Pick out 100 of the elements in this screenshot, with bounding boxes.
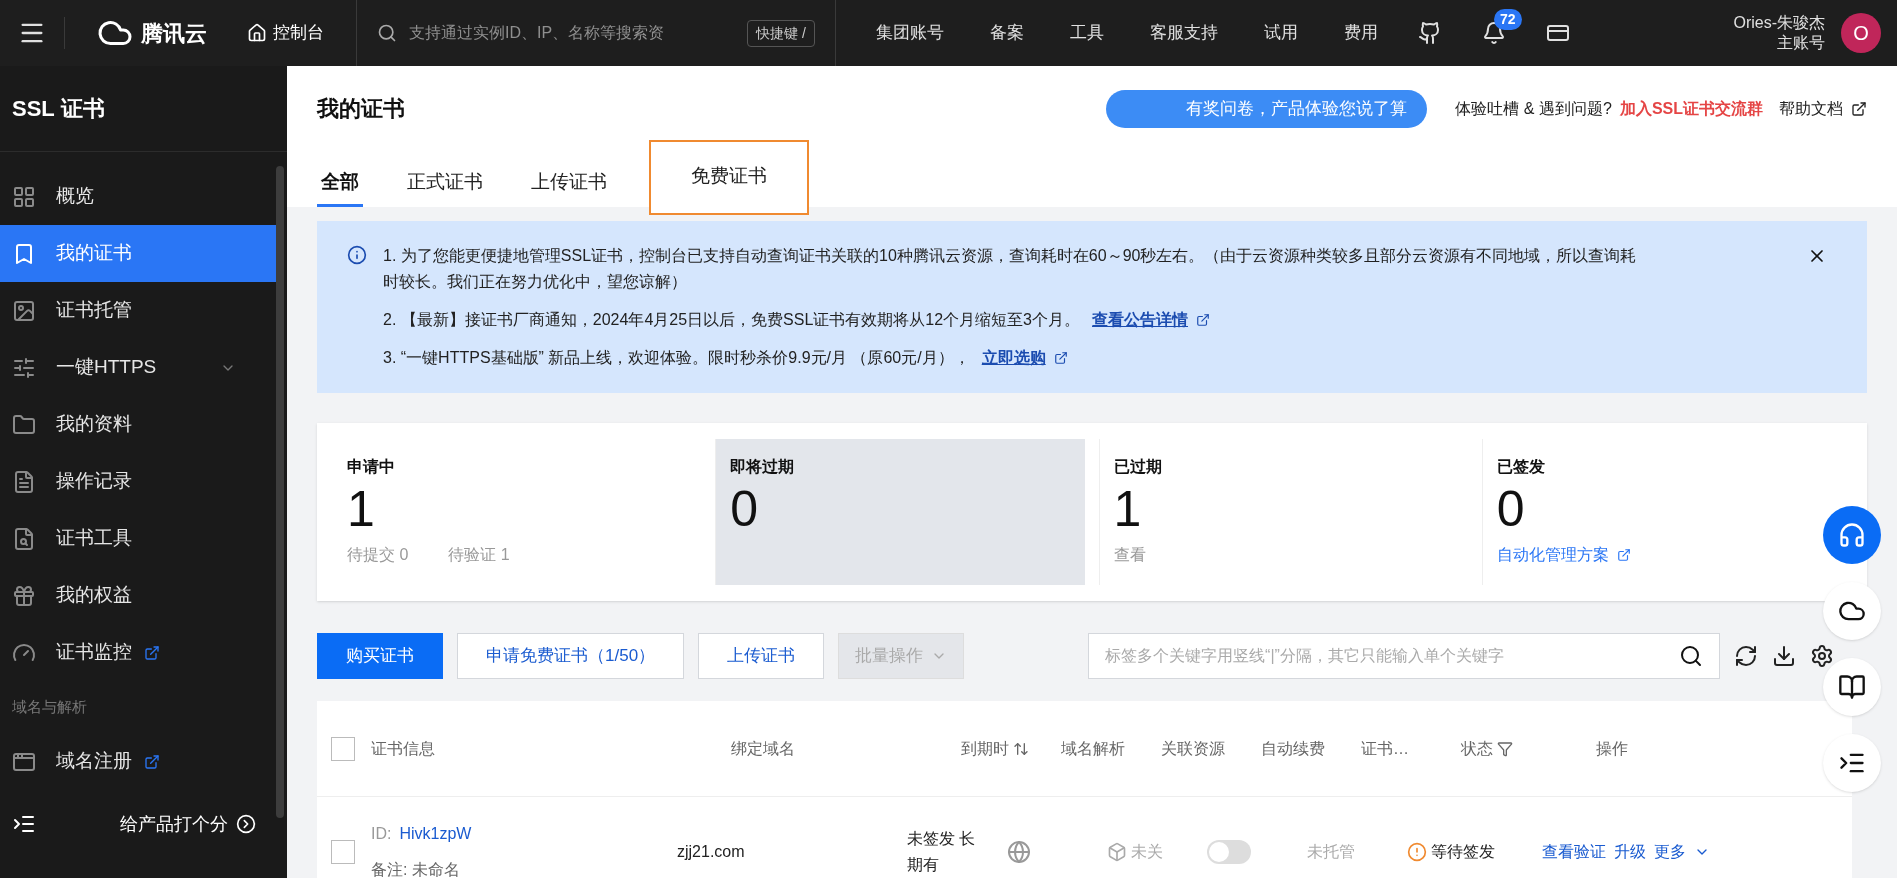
top-nav-link[interactable]: 客服支持 bbox=[1150, 20, 1218, 46]
notice-text: 3. “一键HTTPS基础版” 新品上线，欢迎体验。限时秒杀价9.9元/月 （原60元/月）， 立即选购 bbox=[383, 345, 1647, 371]
external-link-icon bbox=[144, 644, 160, 661]
home-icon bbox=[247, 23, 267, 43]
tab[interactable]: 免费证书 bbox=[651, 141, 807, 213]
stat-detail: 待验证 1 bbox=[448, 545, 510, 565]
column-header: 证书信息 bbox=[371, 738, 435, 759]
notice-text: 2. 【最新】接证书厂商通知，2024年4月25日以后，免费SSL证书有效期将从12个月缩短至3个月。 查看公告详情 bbox=[383, 307, 1647, 333]
tab[interactable]: 上传证书 bbox=[527, 167, 611, 207]
external-link-icon bbox=[144, 753, 160, 770]
tab[interactable]: 正式证书 bbox=[403, 167, 487, 207]
stat-panel[interactable]: 即将过期 0 bbox=[715, 439, 1085, 585]
folder-icon bbox=[12, 412, 36, 437]
outline-button[interactable] bbox=[1823, 734, 1881, 792]
cloud-button[interactable] bbox=[1823, 582, 1881, 640]
sidebar-item[interactable]: 证书托管 bbox=[0, 282, 276, 339]
refresh-icon[interactable] bbox=[1734, 644, 1759, 668]
notice-link[interactable]: 查看公告详情 bbox=[1092, 307, 1210, 333]
sidebar-item[interactable]: 我的资料 bbox=[0, 396, 276, 453]
external-link-icon bbox=[1851, 100, 1867, 117]
automation-link[interactable]: 自动化管理方案 bbox=[1496, 543, 1631, 567]
external-link-icon bbox=[1053, 351, 1068, 365]
warning-icon bbox=[1407, 842, 1427, 862]
stat-panel[interactable]: 已过期 1 查看 bbox=[1098, 439, 1468, 585]
action-link[interactable]: 更多 bbox=[1654, 840, 1686, 864]
sidebar-item[interactable]: 我的证书 bbox=[0, 225, 276, 282]
stat-detail: 待提交 0 bbox=[347, 545, 409, 565]
expiry-cell-text: 未签发 长期有 bbox=[907, 829, 977, 875]
stat-value: 0 bbox=[1496, 480, 1526, 539]
stat-title: 即将过期 bbox=[730, 457, 796, 477]
sidebar-item[interactable]: 证书工具 bbox=[0, 510, 276, 567]
top-nav-link[interactable]: 集团账号 bbox=[876, 20, 944, 46]
select-all-checkbox[interactable] bbox=[331, 736, 355, 761]
cube-icon bbox=[1107, 842, 1127, 862]
settings-icon[interactable] bbox=[1810, 644, 1835, 668]
top-nav-link[interactable]: 备案 bbox=[990, 20, 1024, 46]
image-icon bbox=[12, 298, 36, 323]
stat-title: 已过期 bbox=[1113, 457, 1163, 477]
sliders-icon bbox=[12, 355, 36, 380]
shortcut-hint: 快捷键 / bbox=[747, 19, 815, 47]
sort-icon[interactable] bbox=[1013, 740, 1029, 757]
stat-value: 1 bbox=[1113, 480, 1143, 539]
sidebar-item[interactable]: 一键HTTPS bbox=[0, 339, 276, 396]
rate-product-button[interactable]: 给产品打个分 bbox=[120, 810, 256, 838]
stat-value: 1 bbox=[347, 480, 376, 539]
document-icon bbox=[12, 469, 36, 494]
column-header: 自动续费 bbox=[1261, 738, 1326, 759]
notice-link[interactable]: 立即选购 bbox=[981, 345, 1068, 371]
column-header: 域名解析 bbox=[1061, 738, 1126, 759]
feedback-text: 体验吐槽 & 遇到问题? bbox=[1455, 98, 1612, 119]
filter-icon[interactable] bbox=[1497, 740, 1513, 757]
stat-panel[interactable]: 申请中 1 待提交 0 待验证 1 bbox=[333, 439, 702, 585]
download-icon[interactable] bbox=[1772, 644, 1797, 668]
user-name: Ories-朱骏杰 bbox=[1733, 13, 1825, 33]
headset-icon bbox=[1838, 521, 1866, 549]
docs-button[interactable] bbox=[1823, 658, 1881, 716]
page-title: 我的证书 bbox=[317, 95, 405, 124]
help-docs-link[interactable]: 帮助文档 bbox=[1779, 96, 1867, 121]
account-type: 主账号 bbox=[1777, 33, 1825, 53]
toolbar-button[interactable]: 申请免费证书（1/50） bbox=[457, 633, 685, 679]
sidebar-item[interactable]: 概览 bbox=[0, 168, 276, 225]
search-icon bbox=[1679, 644, 1704, 668]
tab[interactable]: 全部 bbox=[317, 167, 363, 207]
filter-search-field[interactable]: 标签多个关键字用竖线“|”分隔，其它只能输入单个关键字 bbox=[1105, 644, 1680, 668]
sidebar-item[interactable]: 操作记录 bbox=[0, 453, 276, 510]
top-nav-link[interactable]: 试用 bbox=[1264, 20, 1298, 46]
toolbar-button[interactable]: 上传证书 bbox=[698, 633, 825, 679]
auto-renew-switch[interactable] bbox=[1207, 840, 1251, 864]
column-header: 绑定域名 bbox=[731, 738, 795, 759]
toolbar-button[interactable]: 购买证书 bbox=[317, 633, 443, 679]
sidebar-item[interactable]: 域名注册 bbox=[0, 733, 276, 790]
certificate-id: ID: Hivk1zpW bbox=[371, 824, 473, 844]
action-link[interactable]: 升级 bbox=[1614, 840, 1646, 864]
sidebar-section-title: 域名与解析 bbox=[11, 696, 88, 717]
external-link-icon bbox=[1616, 548, 1631, 562]
search-input[interactable]: 支持通过实例ID、IP、名称等搜索资 bbox=[409, 21, 736, 45]
book-icon bbox=[1838, 673, 1866, 701]
stat-detail: 查看 bbox=[1113, 545, 1146, 565]
search-box[interactable]: 标签多个关键字用竖线“|”分隔，其它只能输入单个关键字 bbox=[1088, 633, 1721, 679]
group-link[interactable]: 加入SSL证书交流群 bbox=[1619, 96, 1763, 121]
domain-cell-text: zjj21.com bbox=[677, 842, 746, 862]
hosting-cell-text: 未托管 bbox=[1307, 842, 1356, 862]
column-header: 证书… bbox=[1361, 738, 1409, 759]
console-link[interactable]: 控制台 bbox=[239, 20, 356, 46]
top-nav-link[interactable]: 费用 bbox=[1344, 20, 1378, 46]
sidebar-item[interactable]: 证书监控 bbox=[0, 624, 276, 681]
stat-title: 申请中 bbox=[347, 457, 396, 477]
sidebar-item[interactable]: 我的权益 bbox=[0, 567, 276, 624]
row-checkbox[interactable] bbox=[331, 840, 355, 864]
document-search-icon bbox=[12, 526, 36, 551]
notice-text: 1. 为了您能更便捷地管理SSL证书，控制台已支持自动查询证书关联的10种腾讯云资源，查询耗时在60～90秒左右。（由于云资源种类较多且部分云资源有不同地域，所以查询耗时较长。我们正在努力优化中，望您谅解） bbox=[383, 246, 1638, 292]
action-link[interactable]: 查看验证 bbox=[1542, 840, 1606, 864]
user-avatar[interactable]: O bbox=[1841, 13, 1881, 53]
gift-icon bbox=[12, 583, 36, 608]
search-icon bbox=[377, 23, 397, 43]
brand-name: 腾讯云 bbox=[141, 19, 207, 48]
stat-title: 已签发 bbox=[1496, 457, 1546, 477]
scrollbar[interactable] bbox=[276, 166, 284, 818]
top-nav-link[interactable]: 工具 bbox=[1070, 20, 1104, 46]
resource-cell-text: 未关 bbox=[1131, 842, 1163, 862]
